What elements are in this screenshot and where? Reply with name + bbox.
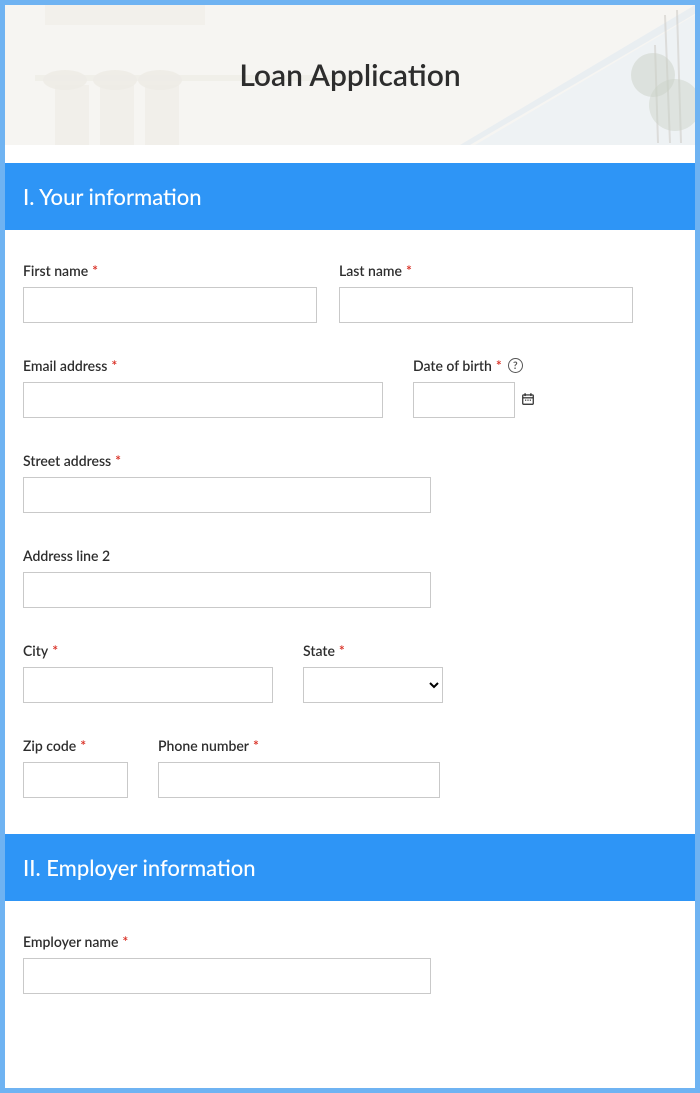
label-last-name: Last name * (339, 262, 633, 279)
email-input[interactable] (23, 382, 383, 418)
help-icon[interactable]: ? (508, 358, 523, 373)
label-zip-text: Zip code (23, 737, 76, 754)
field-phone: Phone number * (158, 737, 440, 798)
row-city-state: City * State * (23, 642, 677, 703)
label-city-text: City (23, 642, 48, 659)
hero-banner: Loan Application (5, 5, 695, 145)
page-container: Loan Application I. Your information Fir… (0, 0, 700, 1093)
date-input-wrap (413, 382, 535, 418)
field-state: State * (303, 642, 443, 703)
label-first-name: First name * (23, 262, 317, 279)
row-employer-name: Employer name * (23, 933, 677, 994)
label-last-name-text: Last name (339, 262, 402, 279)
field-email: Email address * (23, 357, 383, 418)
label-phone: Phone number * (158, 737, 440, 754)
dob-input[interactable] (413, 382, 515, 418)
section-employer-body: Employer name * (5, 901, 695, 1088)
field-street: Street address * (23, 452, 431, 513)
label-employer-name: Employer name * (23, 933, 431, 950)
required-marker: * (406, 262, 412, 279)
required-marker: * (80, 737, 86, 754)
label-state: State * (303, 642, 443, 659)
first-name-input[interactable] (23, 287, 317, 323)
label-first-name-text: First name (23, 262, 88, 279)
address2-input[interactable] (23, 572, 431, 608)
last-name-input[interactable] (339, 287, 633, 323)
required-marker: * (339, 642, 345, 659)
field-city: City * (23, 642, 273, 703)
label-dob-text: Date of birth (413, 357, 492, 374)
spacer (5, 145, 695, 163)
field-first-name: First name * (23, 262, 317, 323)
field-dob: Date of birth * ? (413, 357, 535, 418)
phone-input[interactable] (158, 762, 440, 798)
street-input[interactable] (23, 477, 431, 513)
row-email-dob: Email address * Date of birth * ? (23, 357, 677, 418)
page-title: Loan Application (239, 57, 460, 93)
label-street: Street address * (23, 452, 431, 469)
calendar-icon[interactable] (521, 392, 535, 409)
required-marker: * (92, 262, 98, 279)
label-address2-text: Address line 2 (23, 547, 110, 564)
label-dob: Date of birth * ? (413, 357, 535, 374)
label-zip: Zip code * (23, 737, 128, 754)
required-marker: * (122, 933, 128, 950)
required-marker: * (111, 357, 117, 374)
section-employer-header: II. Employer information (5, 834, 695, 901)
zip-input[interactable] (23, 762, 128, 798)
label-employer-name-text: Employer name (23, 933, 118, 950)
state-select[interactable] (303, 667, 443, 703)
row-address2: Address line 2 (23, 547, 677, 608)
label-state-text: State (303, 642, 335, 659)
required-marker: * (496, 357, 502, 374)
field-zip: Zip code * (23, 737, 128, 798)
required-marker: * (52, 642, 58, 659)
city-input[interactable] (23, 667, 273, 703)
section-your-info-body: First name * Last name * Email address * (5, 230, 695, 834)
field-last-name: Last name * (339, 262, 633, 323)
label-city: City * (23, 642, 273, 659)
employer-name-input[interactable] (23, 958, 431, 994)
field-address2: Address line 2 (23, 547, 431, 608)
label-street-text: Street address (23, 452, 111, 469)
label-email-text: Email address (23, 357, 107, 374)
field-employer-name: Employer name * (23, 933, 431, 994)
row-street: Street address * (23, 452, 677, 513)
required-marker: * (253, 737, 259, 754)
row-name: First name * Last name * (23, 262, 677, 323)
required-marker: * (115, 452, 121, 469)
section-your-info-header: I. Your information (5, 163, 695, 230)
label-address2: Address line 2 (23, 547, 431, 564)
label-email: Email address * (23, 357, 383, 374)
row-zip-phone: Zip code * Phone number * (23, 737, 677, 798)
label-phone-text: Phone number (158, 737, 249, 754)
